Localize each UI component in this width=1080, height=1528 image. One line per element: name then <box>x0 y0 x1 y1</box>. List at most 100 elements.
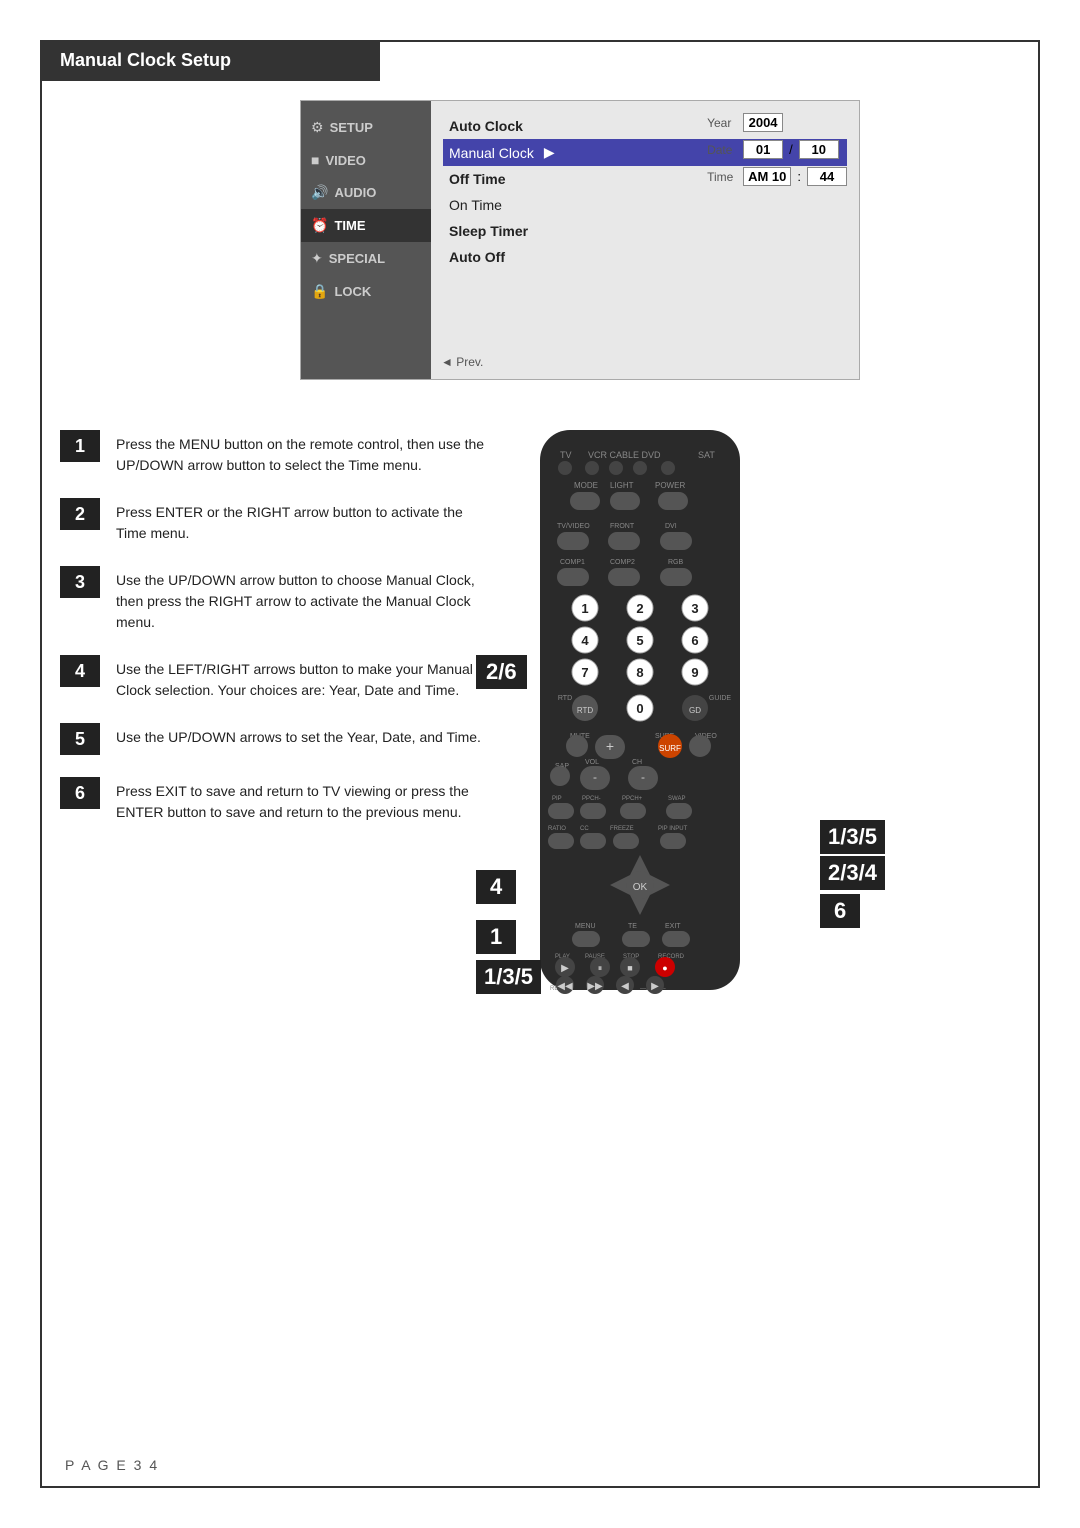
step-label-135-right-box: 1/3/5 <box>820 820 885 854</box>
svg-text:LIGHT: LIGHT <box>610 481 634 490</box>
svg-text:GUIDE: GUIDE <box>709 695 732 702</box>
menu-item-ontime: On Time <box>447 192 843 218</box>
step-row-2: 2 Press ENTER or the RIGHT arrow button … <box>60 498 490 544</box>
sidebar-item-video: ■ VIDEO <box>301 144 431 176</box>
svg-text:▶▶: ▶▶ <box>587 981 603 992</box>
step-number-3: 3 <box>60 566 100 598</box>
svg-text:VCR CABLE DVD: VCR CABLE DVD <box>588 450 661 460</box>
date-value1: 01 <box>743 140 783 159</box>
step-label-135-bot-box: 1/3/5 <box>476 960 541 994</box>
menu-item-autooff: Auto Off <box>447 244 843 270</box>
svg-text:MODE: MODE <box>574 481 598 490</box>
svg-text:CC: CC <box>580 826 589 832</box>
menu-content: Auto Clock Manual Clock ▶ Off Time On Ti… <box>431 101 859 379</box>
step-text-3: Use the UP/DOWN arrow button to choose M… <box>116 566 490 633</box>
menu-screenshot: ⚙ SETUP ■ VIDEO 🔊 AUDIO ⏰ TIME ✦ SPECIAL… <box>300 100 860 380</box>
header-bar: Manual Clock Setup <box>40 40 380 81</box>
sidebar-time-label: TIME <box>334 218 365 233</box>
svg-text:8: 8 <box>636 665 643 680</box>
svg-text:RGB: RGB <box>668 559 684 566</box>
svg-text:-: - <box>593 770 597 784</box>
step-label-1-box: 1 <box>476 920 516 954</box>
time-value1: AM 10 <box>743 167 791 186</box>
year-label: Year <box>707 116 737 130</box>
svg-text:CH: CH <box>632 759 642 766</box>
step-number-2: 2 <box>60 498 100 530</box>
svg-text:0: 0 <box>636 701 643 716</box>
svg-text:POWER: POWER <box>655 481 685 490</box>
video-icon: ■ <box>311 152 319 168</box>
svg-text:PPCH-: PPCH- <box>582 796 601 802</box>
svg-text:FREEZE: FREEZE <box>610 826 634 832</box>
svg-text:RTD: RTD <box>577 706 594 715</box>
step-text-6: Press EXIT to save and return to TV view… <box>116 777 490 823</box>
step-row-4: 4 Use the LEFT/RIGHT arrows button to ma… <box>60 655 490 701</box>
sidebar-item-audio: 🔊 AUDIO <box>301 176 431 209</box>
step-label-6: 6 <box>820 894 860 928</box>
step-label-4-box: 4 <box>476 870 516 904</box>
step-text-5: Use the UP/DOWN arrows to set the Year, … <box>116 723 481 748</box>
svg-text:3: 3 <box>691 601 698 616</box>
year-field-row: Year 2004 <box>707 113 847 132</box>
sidebar-item-lock: 🔒 LOCK <box>301 275 431 308</box>
date-label: Date <box>707 143 737 157</box>
sidebar-audio-label: AUDIO <box>334 185 376 200</box>
special-icon: ✦ <box>311 250 323 267</box>
sidebar-lock-label: LOCK <box>334 284 371 299</box>
step-label-26: 2/6 <box>476 655 527 689</box>
svg-text:COMP2: COMP2 <box>610 559 635 566</box>
svg-text:SURF: SURF <box>659 744 681 753</box>
step-row-3: 3 Use the UP/DOWN arrow button to choose… <box>60 566 490 633</box>
svg-text:■: ■ <box>627 963 632 973</box>
svg-text:MENU: MENU <box>575 923 596 930</box>
step-label-234: 2/3/4 <box>820 856 885 890</box>
remote-control-area: TV VCR CABLE DVD SAT MODE LIGHT POWER TV… <box>510 430 810 1015</box>
step-label-135-bot: 1/3/5 <box>476 960 541 994</box>
audio-icon: 🔊 <box>311 184 328 201</box>
page-title: Manual Clock Setup <box>60 50 231 70</box>
svg-text:RTD: RTD <box>558 695 572 702</box>
svg-text:DVI: DVI <box>665 523 677 530</box>
time-icon: ⏰ <box>311 217 328 234</box>
svg-text:SAT: SAT <box>698 450 715 460</box>
svg-text:9: 9 <box>691 665 698 680</box>
step-label-135-right: 1/3/5 <box>820 820 885 854</box>
svg-text:●: ● <box>662 963 667 973</box>
time-value2: 44 <box>807 167 847 186</box>
svg-text:FRONT: FRONT <box>610 523 635 530</box>
svg-text:⏸: ⏸ <box>598 963 603 973</box>
step-number-5: 5 <box>60 723 100 755</box>
remote-svg: TV VCR CABLE DVD SAT MODE LIGHT POWER TV… <box>510 430 810 1010</box>
step-label-234-box: 2/3/4 <box>820 856 885 890</box>
off-time-label: Off Time <box>449 171 506 187</box>
svg-text:OK: OK <box>633 882 648 893</box>
svg-text:+: + <box>606 738 614 754</box>
svg-text:4: 4 <box>581 633 589 648</box>
step-number-6: 6 <box>60 777 100 809</box>
svg-text:TV/VIDEO: TV/VIDEO <box>557 523 590 530</box>
svg-text:EXIT: EXIT <box>665 923 681 930</box>
menu-sidebar: ⚙ SETUP ■ VIDEO 🔊 AUDIO ⏰ TIME ✦ SPECIAL… <box>301 101 431 379</box>
setup-icon: ⚙ <box>311 119 324 136</box>
svg-text:5: 5 <box>636 633 643 648</box>
svg-text:7: 7 <box>581 665 588 680</box>
svg-text:PPCH+: PPCH+ <box>622 796 643 802</box>
time-sep: : <box>797 169 801 184</box>
svg-text:PIP INPUT: PIP INPUT <box>658 826 688 832</box>
step-label-6-box: 6 <box>820 894 860 928</box>
step-row-6: 6 Press EXIT to save and return to TV vi… <box>60 777 490 823</box>
step-number-1: 1 <box>60 430 100 462</box>
step-row-5: 5 Use the UP/DOWN arrows to set the Year… <box>60 723 490 755</box>
svg-text:▶: ▶ <box>561 963 569 974</box>
step-text-2: Press ENTER or the RIGHT arrow button to… <box>116 498 490 544</box>
step-number-4: 4 <box>60 655 100 687</box>
svg-text:-: - <box>641 770 645 784</box>
sidebar-item-setup: ⚙ SETUP <box>301 111 431 144</box>
step-text-1: Press the MENU button on the remote cont… <box>116 430 490 476</box>
date-sep: / <box>789 142 793 157</box>
prev-text: ◄ Prev. <box>441 355 483 369</box>
page-number: P A G E 3 4 <box>65 1457 159 1473</box>
time-field-row: Time AM 10 : 44 <box>707 167 847 186</box>
sidebar-setup-label: SETUP <box>330 120 373 135</box>
svg-text:GD: GD <box>689 706 701 715</box>
